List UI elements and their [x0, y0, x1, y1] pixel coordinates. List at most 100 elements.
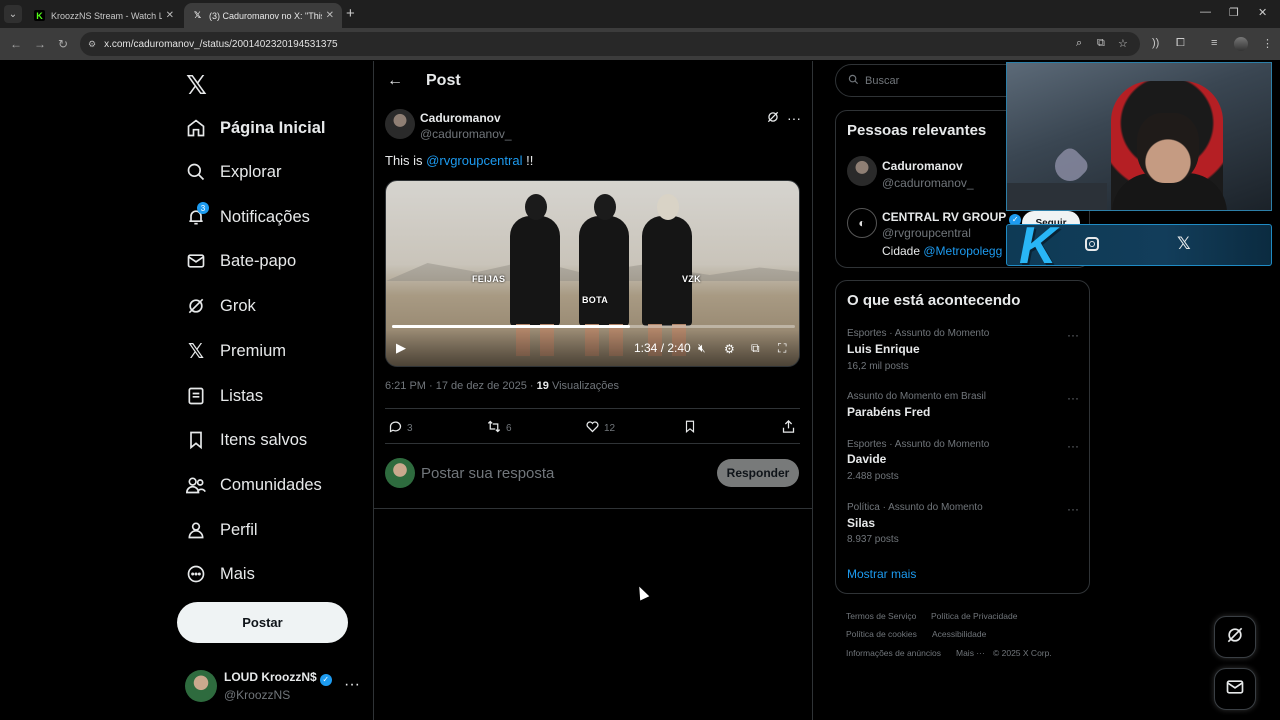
sidebar-item-communities[interactable]: Comunidades	[184, 469, 322, 501]
x-icon: 𝕏	[193, 10, 202, 20]
trend-name[interactable]: Luis Enrique	[847, 342, 920, 356]
footer-link[interactable]: Política de Privacidade	[931, 611, 1017, 621]
avatar[interactable]	[185, 670, 217, 702]
tab-x-post[interactable]: 𝕏 (3) Caduromanov no X: "This is ✕	[184, 3, 342, 28]
trend-more-icon[interactable]: ···	[1067, 328, 1079, 342]
back-arrow-icon[interactable]: ←	[387, 72, 403, 90]
mention-link[interactable]: @rvgroupcentral	[426, 153, 522, 168]
footer-more-link[interactable]: Mais ···	[956, 648, 985, 658]
video-progress-bar[interactable]	[392, 325, 795, 328]
person-name[interactable]: Caduromanov	[882, 159, 963, 173]
grok-fab-button[interactable]	[1214, 616, 1256, 658]
tab-title: (3) Caduromanov no X: "This is	[209, 10, 322, 21]
back-icon[interactable]: ←	[10, 37, 22, 51]
trend-name[interactable]: Davide	[847, 452, 886, 466]
sidebar-item-notifications[interactable]: 3 Notificações	[184, 201, 310, 233]
trend-more-icon[interactable]: ···	[1067, 439, 1079, 453]
person-name-row[interactable]: CENTRAL RV GROUP ✓	[882, 210, 1022, 226]
post-author-handle[interactable]: @caduromanov_	[420, 127, 512, 141]
footer-link[interactable]: Informações de anúncios	[846, 648, 941, 658]
video-caption: FEIJAS	[472, 274, 506, 284]
bookmark-star-icon[interactable]: ☆	[1118, 37, 1128, 50]
show-more-link[interactable]: Mostrar mais	[847, 567, 916, 581]
forward-icon[interactable]: →	[34, 37, 46, 51]
timestamp-text[interactable]: 6:21 PM · 17 de dez de 2025 ·	[385, 380, 537, 392]
account-more-icon[interactable]: ···	[344, 676, 360, 694]
trend-category: Esportes · Assunto do Momento	[847, 439, 990, 450]
sidebar-item-explore[interactable]: Explorar	[184, 156, 281, 188]
extension-audio-icon[interactable]: ))	[1152, 37, 1159, 49]
pip-icon[interactable]: ⧉	[751, 341, 760, 356]
sidebar-item-home[interactable]: Página Inicial	[184, 112, 325, 144]
trend-name[interactable]: Parabéns Fred	[847, 405, 930, 419]
avatar[interactable]	[385, 109, 415, 139]
repost-count: 6	[506, 422, 512, 434]
maximize-icon[interactable]: ❐	[1229, 6, 1239, 19]
fullscreen-icon[interactable]: ⛶	[778, 341, 786, 356]
browser-menu-icon[interactable]: ⋮	[1262, 37, 1273, 50]
stream-social-bar: K 𝕏	[1006, 217, 1272, 275]
post-more-icon[interactable]: ···	[787, 110, 801, 126]
video-caption: VZK	[682, 274, 701, 284]
trend-more-icon[interactable]: ···	[1067, 391, 1079, 405]
grok-icon	[184, 294, 208, 318]
more-circle-icon	[184, 562, 208, 586]
footer-link[interactable]: Acessibilidade	[932, 629, 986, 639]
share-button[interactable]	[781, 419, 800, 437]
close-icon[interactable]: ✕	[326, 10, 334, 21]
x-logo-icon[interactable]: 𝕏	[186, 70, 207, 101]
footer-link[interactable]: Política de cookies	[846, 629, 917, 639]
trend-more-icon[interactable]: ···	[1067, 502, 1079, 516]
mention-link[interactable]: @Metropolegg	[923, 244, 1002, 258]
settings-icon[interactable]: ⚙	[724, 342, 735, 356]
sidebar-item-label: Mais	[220, 564, 255, 583]
repost-button[interactable]: 6	[486, 419, 512, 437]
video-player[interactable]: FEIJAS BOTA VZK ▶ 1:34 / 2:40 🔇︎ ⚙ ⧉ ⛶	[385, 180, 800, 367]
sidebar-item-label: Página Inicial	[220, 118, 326, 137]
close-icon[interactable]: ✕	[166, 10, 174, 21]
avatar[interactable]: ◐	[847, 208, 877, 238]
sidebar-item-bookmarks[interactable]: Itens salvos	[184, 424, 307, 456]
sidebar-item-lists[interactable]: Listas	[184, 380, 263, 412]
messages-fab-button[interactable]	[1214, 668, 1256, 710]
window-close-icon[interactable]: ✕	[1258, 6, 1267, 19]
url-field[interactable]: ⚙ x.com/caduromanov_/status/200140232019…	[80, 32, 1140, 56]
sidebar-item-profile[interactable]: Perfil	[184, 514, 258, 546]
mute-icon[interactable]: 🔇︎	[698, 341, 706, 356]
views-count: 19	[536, 380, 549, 392]
post-author-name[interactable]: Caduromanov	[420, 111, 501, 125]
play-icon[interactable]: ▶	[396, 340, 406, 356]
site-info-icon[interactable]: ⚙	[88, 39, 96, 50]
post-button[interactable]: Postar	[177, 602, 348, 643]
reply-button[interactable]: 3	[388, 419, 413, 437]
trend-name[interactable]: Silas	[847, 516, 875, 530]
sidebar-item-premium[interactable]: 𝕏 Premium	[184, 335, 286, 367]
x-icon: 𝕏	[187, 340, 205, 363]
minimize-icon[interactable]: —	[1200, 6, 1211, 18]
account-switcher[interactable]: LOUD KroozzN$ ✓	[224, 670, 332, 686]
sidebar-item-more[interactable]: Mais	[184, 558, 255, 590]
reload-icon[interactable]: ↻	[58, 37, 68, 51]
sidebar-item-label: Grok	[220, 296, 256, 315]
browser-profile-avatar[interactable]	[1234, 37, 1248, 51]
like-button[interactable]: 12	[585, 419, 615, 437]
repost-icon	[486, 419, 502, 437]
media-control-icon[interactable]: ≡	[1211, 37, 1217, 49]
sidebar-item-chat[interactable]: Bate-papo	[184, 245, 296, 277]
grok-explain-icon[interactable]	[766, 110, 780, 129]
reply-input[interactable]	[421, 462, 701, 484]
new-tab-button[interactable]: +	[346, 6, 355, 21]
reply-submit-button[interactable]: Responder	[717, 459, 799, 487]
avatar[interactable]	[847, 156, 877, 186]
install-app-icon[interactable]: ⧉	[1097, 37, 1105, 50]
list-icon	[184, 384, 208, 408]
tab-search-button[interactable]: ⌄	[4, 5, 22, 23]
bookmark-button[interactable]	[683, 419, 701, 437]
sidebar-item-grok[interactable]: Grok	[184, 290, 256, 322]
tab-kick-stream[interactable]: K KroozzNS Stream - Watch Live ✕	[26, 3, 182, 28]
footer-link[interactable]: Termos de Serviço	[846, 611, 916, 621]
sidebar-item-label: Itens salvos	[220, 430, 308, 449]
extensions-icon[interactable]: ⧠	[1176, 37, 1185, 50]
zoom-icon[interactable]: ⌕	[1076, 37, 1082, 50]
trend-post-count: 16,2 mil posts	[847, 361, 909, 372]
